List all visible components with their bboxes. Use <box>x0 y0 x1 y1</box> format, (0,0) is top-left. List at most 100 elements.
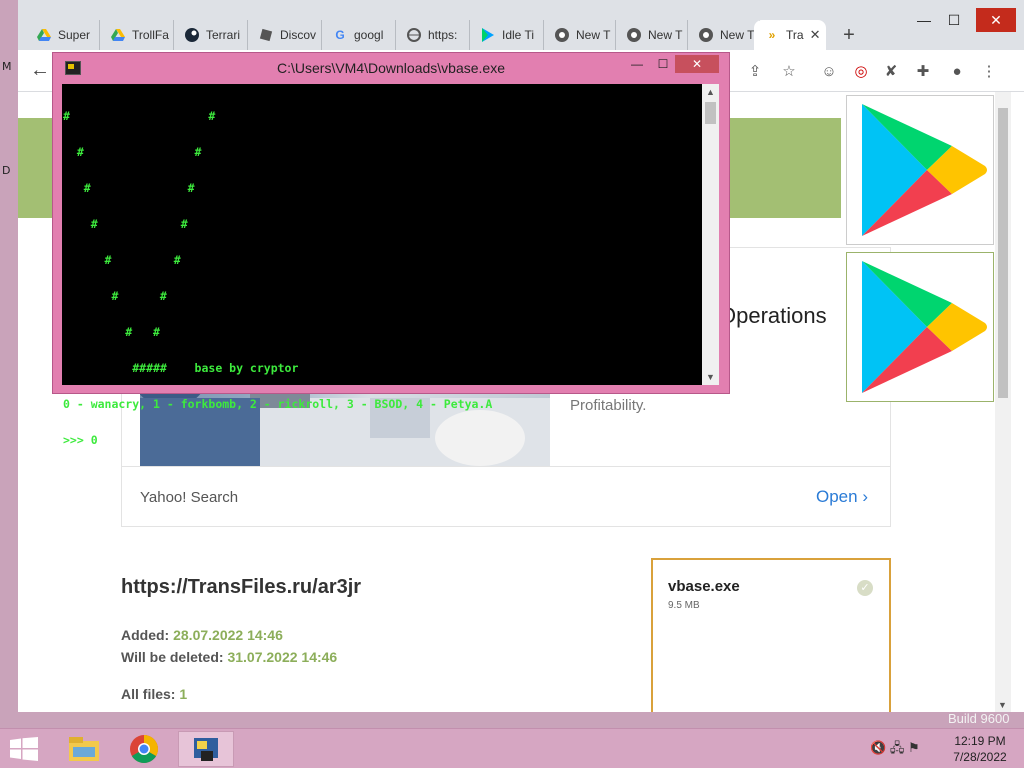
tab-label: Terrari <box>206 28 241 42</box>
target-extension-icon[interactable]: ◎ <box>850 60 872 82</box>
ad-open-link[interactable]: Open › <box>816 487 868 507</box>
added-date: 28.07.2022 14:46 <box>173 627 283 643</box>
deleted-line: Will be deleted: 31.07.2022 14:46 <box>121 649 338 665</box>
system-tray: 🔇 🖧 ⚑ <box>870 739 920 761</box>
tab-label: Discov <box>280 28 317 42</box>
troll-extension-icon[interactable]: ☺ <box>818 60 840 82</box>
ad-footer: Yahoo! Search Open › <box>122 466 890 528</box>
bookmark-star-icon[interactable]: ☆ <box>778 60 800 82</box>
drive-icon <box>36 27 52 43</box>
tab-label: New T <box>648 28 683 42</box>
console-scrollbar[interactable]: ▲ ▼ <box>702 84 719 385</box>
tools-extension-icon[interactable]: ✘ <box>880 60 902 82</box>
console-text: # # # # # # # # # # # # # # ##### base b… <box>63 86 492 470</box>
play-store-icon <box>480 27 496 43</box>
tab[interactable]: TrollFa <box>100 20 174 50</box>
tab[interactable]: Discov <box>248 20 322 50</box>
file-explorer-taskbar-icon[interactable] <box>56 731 112 767</box>
clock-time: 12:19 PM <box>954 734 1006 748</box>
tab[interactable]: New T <box>544 20 616 50</box>
tab-label: TrollFa <box>132 28 169 42</box>
clock-date: 7/28/2022 <box>953 750 1007 764</box>
chrome-taskbar-icon[interactable] <box>116 731 172 767</box>
vbase-taskbar-icon[interactable] <box>178 731 234 767</box>
tab-label: https: <box>428 28 458 42</box>
chrome-icon <box>698 27 714 43</box>
tab[interactable]: New T <box>688 20 760 50</box>
console-line: # # <box>63 253 181 267</box>
chevron-right-icon: › <box>862 487 868 506</box>
console-close-button[interactable]: ✕ <box>675 55 719 73</box>
check-icon[interactable]: ✓ <box>857 580 873 596</box>
console-line: # # <box>63 325 160 339</box>
tab[interactable]: https: <box>396 20 470 50</box>
console-line: # # <box>63 145 202 159</box>
file-card[interactable]: vbase.exe 9.5 MB ✓ <box>651 558 891 712</box>
transfiles-icon: » <box>768 28 776 42</box>
windows-start-icon[interactable] <box>10 737 38 761</box>
file-size: 9.5 MB <box>668 600 700 611</box>
play-store-icon <box>862 104 987 236</box>
console-window: C:\Users\VM4\Downloads\vbase.exe — ☐ ✕ #… <box>52 52 730 446</box>
volume-muted-icon[interactable]: 🔇 <box>870 740 886 755</box>
maximize-button[interactable]: ☐ <box>934 8 974 32</box>
scroll-down-icon[interactable]: ▼ <box>998 700 1007 710</box>
tab-label: Idle Ti <box>502 28 535 42</box>
delete-date: 31.07.2022 14:46 <box>227 649 338 665</box>
tab-strip: Super TrollFa Terrari Discov G googl htt… <box>18 0 1024 50</box>
ad-source: Yahoo! Search <box>140 489 239 506</box>
roblox-icon <box>258 27 274 43</box>
console-prompt: >>> 0 <box>63 433 98 447</box>
tab-active[interactable]: » Tra ✕ <box>754 20 826 50</box>
tab[interactable]: G googl <box>322 20 396 50</box>
file-count: 1 <box>179 686 188 702</box>
tab-label: googl <box>354 28 384 42</box>
google-icon: G <box>335 28 345 42</box>
console-output[interactable]: # # # # # # # # # # # # # # ##### base b… <box>62 84 702 446</box>
close-button[interactable]: ✕ <box>976 8 1016 32</box>
tab[interactable]: New T <box>616 20 688 50</box>
google-play-ad[interactable] <box>846 95 994 245</box>
tab-label: New T <box>720 28 755 42</box>
kebab-menu-icon[interactable]: ⋮ <box>978 60 1000 82</box>
tab-label: New T <box>576 28 611 42</box>
desktop-icon-label[interactable]: M <box>2 60 12 73</box>
network-icon[interactable]: 🖧 <box>890 740 905 755</box>
chrome-icon <box>626 27 642 43</box>
profile-avatar-icon[interactable]: ● <box>946 60 968 82</box>
tab[interactable]: Idle Ti <box>470 20 544 50</box>
taskbar: 🔇 🖧 ⚑ 12:19 PM 7/28/2022 <box>0 728 1024 768</box>
added-line: Added: 28.07.2022 14:46 <box>121 627 283 643</box>
console-titlebar[interactable]: C:\Users\VM4\Downloads\vbase.exe — ☐ ✕ <box>53 53 729 83</box>
page-scrollbar[interactable]: ▼ <box>995 92 1011 712</box>
console-line: ##### base by cryptor <box>63 361 299 375</box>
file-url[interactable]: https://TransFiles.ru/ar3jr <box>121 576 361 599</box>
extensions-puzzle-icon[interactable]: ✚ <box>912 60 934 82</box>
steam-icon <box>184 27 200 43</box>
console-line: # # <box>63 109 216 123</box>
chrome-icon <box>554 27 570 43</box>
play-store-icon <box>862 261 987 393</box>
scrollbar-thumb[interactable] <box>998 108 1008 398</box>
scroll-up-icon[interactable]: ▲ <box>706 87 715 97</box>
desktop-icon-label[interactable]: D <box>2 164 10 177</box>
taskbar-clock[interactable]: 12:19 PM 7/28/2022 <box>940 733 1020 765</box>
back-arrow-icon[interactable]: ← <box>28 59 52 83</box>
action-center-icon[interactable]: ⚑ <box>908 740 920 755</box>
console-line: 0 - wanacry, 1 - forkbomb, 2 - rickroll,… <box>63 397 493 411</box>
tab[interactable]: Terrari <box>174 20 248 50</box>
scrollbar-thumb[interactable] <box>705 102 716 124</box>
file-name: vbase.exe <box>668 578 740 595</box>
globe-icon <box>406 27 422 43</box>
windows-build-watermark: Build 9600 <box>948 711 1010 726</box>
share-icon[interactable]: ⇪ <box>744 60 766 82</box>
console-line: # # <box>63 289 167 303</box>
tab[interactable]: Super <box>26 20 100 50</box>
tab-label: Super <box>58 28 91 42</box>
all-files-line: All files: 1 <box>121 686 188 702</box>
ad-title: Operations <box>719 303 827 328</box>
close-tab-icon[interactable]: ✕ <box>810 27 821 43</box>
scroll-down-icon[interactable]: ▼ <box>706 372 715 382</box>
google-play-ad[interactable] <box>846 252 994 402</box>
new-tab-button[interactable]: + <box>837 24 861 48</box>
